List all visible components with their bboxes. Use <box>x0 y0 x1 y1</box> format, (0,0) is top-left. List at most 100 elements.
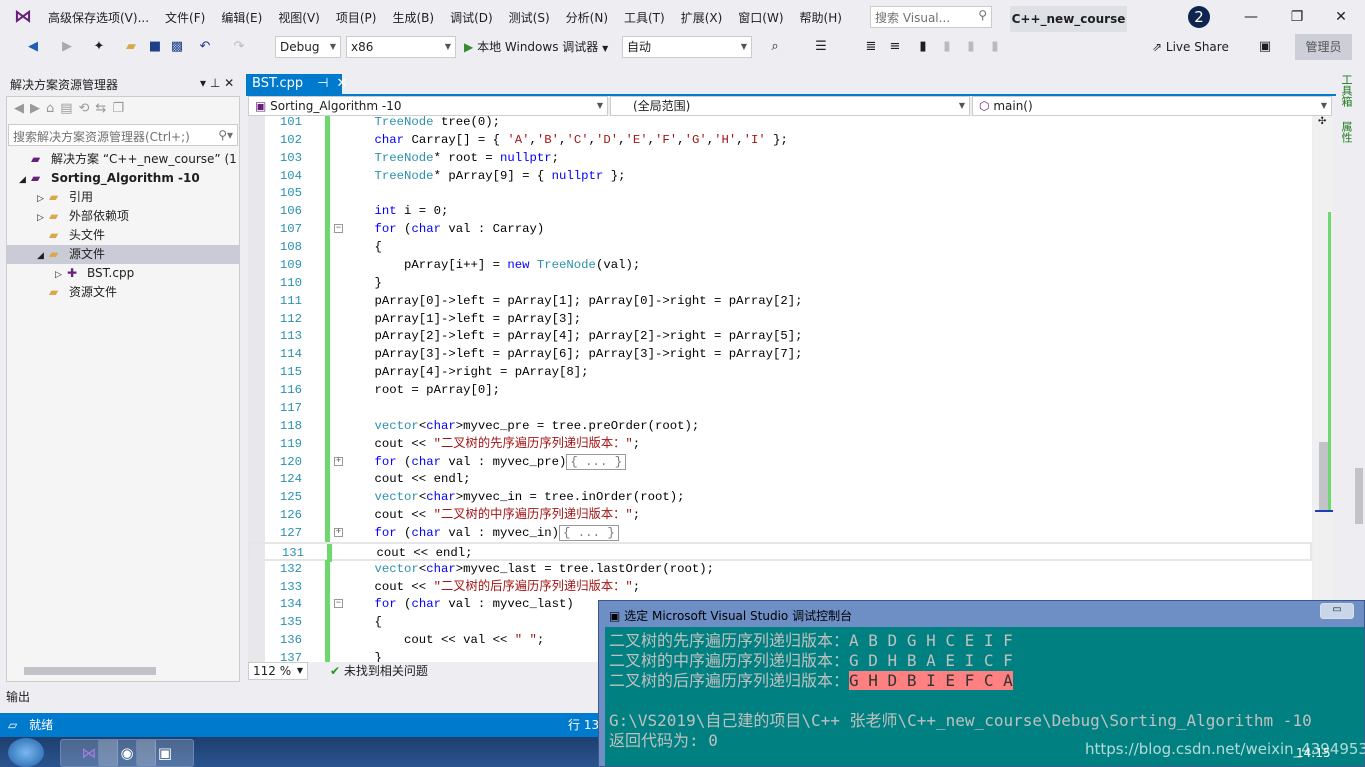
minimize-button[interactable]: — <box>1236 6 1266 28</box>
start-debugging-button[interactable]: ▶ 本地 Windows 调试器 ▼ <box>464 36 608 58</box>
tree-item[interactable]: ▰ 解决方案 “C++_new_course” (1 个项目 <box>7 150 239 169</box>
new-project-icon[interactable]: ✦ <box>90 38 108 56</box>
close-button[interactable]: ✕ <box>1326 6 1356 28</box>
menu-item[interactable]: 工具(T) <box>616 9 673 26</box>
code-line[interactable]: 111 pArray[0]->left = pArray[1]; pArray[… <box>248 291 1312 310</box>
menu-item[interactable]: 扩展(X) <box>673 9 731 26</box>
project-scope-dropdown[interactable]: ▣ Sorting_Algorithm -10 ▼ <box>248 96 608 116</box>
code-line[interactable]: 120 + for (char val : myvec_pre){ ... } <box>248 452 1312 471</box>
collapsed-block[interactable]: { ... } <box>559 525 619 541</box>
clear-bookmarks-icon[interactable]: ▮ <box>986 38 1004 56</box>
bookmark-icon[interactable]: ▮ <box>914 38 932 56</box>
live-share-button[interactable]: ⇗ Live Share <box>1152 36 1229 58</box>
scope-dropdown[interactable]: (全局范围) ▼ <box>610 96 970 116</box>
code-line[interactable]: 114 pArray[3]->left = pArray[6]; pArray[… <box>248 345 1312 364</box>
indent-icon[interactable]: ☰ <box>812 38 830 56</box>
code-line[interactable]: 110 } <box>248 273 1312 292</box>
zoom-select[interactable]: 112 % ▼ <box>248 662 308 680</box>
tab-bst-cpp[interactable]: BST.cpp ⊣ ✕ <box>246 74 347 94</box>
code-editor[interactable]: 101 TreeNode tree(0); 102 char Carray[] =… <box>248 116 1312 662</box>
search-input[interactable]: 搜索 Visual... ⚲ <box>870 6 992 28</box>
code-line[interactable]: 102 char Carray[] = { 'A','B','C','D','E… <box>248 130 1312 149</box>
find-icon[interactable]: ⌕ <box>766 38 784 56</box>
horizontal-scrollbar[interactable] <box>8 664 238 678</box>
menu-item[interactable]: 分析(N) <box>558 9 616 26</box>
fold-toggle-icon[interactable]: − <box>334 224 343 234</box>
expander-icon[interactable]: ▷ <box>55 266 67 283</box>
restore-button[interactable]: ❐ <box>1282 6 1312 28</box>
save-icon[interactable]: ■ <box>146 38 164 56</box>
notification-badge[interactable]: 2 <box>1188 6 1210 28</box>
code-line[interactable]: 127 + for (char val : myvec_in){ ... } <box>248 524 1312 542</box>
back-icon[interactable]: ◀ <box>24 38 42 56</box>
tree-item[interactable]: ◢ ▰ 源文件 <box>7 245 239 264</box>
open-folder-icon[interactable]: ▰ <box>122 38 140 56</box>
output-panel-label[interactable]: 输出 <box>6 688 30 705</box>
menu-item[interactable]: 编辑(E) <box>213 9 270 26</box>
close-tab-icon[interactable]: ✕ <box>336 76 347 91</box>
code-line[interactable]: 126 cout << "二叉树的中序遍历序列递归版本："; <box>248 506 1312 525</box>
taskbar-console[interactable]: ▣ <box>136 739 194 767</box>
pin-icon[interactable]: ⊣ <box>317 76 328 91</box>
tree-item[interactable]: ▷ ✚ BST.cpp <box>7 264 239 283</box>
code-line[interactable]: 108 { <box>248 238 1312 257</box>
code-line[interactable]: 106 int i = 0; <box>248 202 1312 221</box>
code-line[interactable]: 104 TreeNode* pArray[9] = { nullptr }; <box>248 166 1312 185</box>
menu-item[interactable]: 测试(S) <box>501 9 558 26</box>
tree-item[interactable]: ▰ 资源文件 <box>7 283 239 302</box>
expander-icon[interactable]: ◢ <box>37 247 49 264</box>
configuration-select[interactable]: Debug ▼ <box>275 36 341 58</box>
start-button[interactable] <box>8 738 44 767</box>
collapsed-block[interactable]: { ... } <box>566 453 627 470</box>
editor-scrollbar[interactable]: ✣ <box>1313 116 1333 662</box>
code-line[interactable]: 118 vector<char>myvec_pre = tree.preOrde… <box>248 416 1312 435</box>
code-line[interactable]: 109 pArray[i++] = new TreeNode(val); <box>248 255 1312 274</box>
prev-bookmark-icon[interactable]: ▮ <box>938 38 956 56</box>
code-line[interactable]: 131 cout << endl; <box>248 541 1312 562</box>
platform-select[interactable]: x86 ▼ <box>346 36 456 58</box>
code-line[interactable]: 133 cout << "二叉树的后序遍历序列递归版本："; <box>248 577 1312 596</box>
code-line[interactable]: 124 cout << endl; <box>248 470 1312 489</box>
code-line[interactable]: 103 TreeNode* root = nullptr; <box>248 148 1312 167</box>
pin-icon[interactable]: ▾ ⊥ ✕ <box>200 76 234 90</box>
undo-icon[interactable]: ↶ <box>196 38 214 56</box>
fold-toggle-icon[interactable]: + <box>334 528 343 537</box>
console-minimize-button[interactable]: ▭ <box>1320 603 1354 619</box>
fold-toggle-icon[interactable]: + <box>334 456 343 466</box>
toolbox-strip[interactable]: 工具箱 属性 <box>1338 74 1365 594</box>
tree-item[interactable]: ▷ ▰ 引用 <box>7 188 239 207</box>
redo-icon[interactable]: ↷ <box>230 38 248 56</box>
code-line[interactable]: 113 pArray[2]->left = pArray[4]; pArray[… <box>248 327 1312 346</box>
menu-item[interactable]: 项目(P) <box>328 9 385 26</box>
code-line[interactable]: 105 <box>248 184 1312 203</box>
forward-icon[interactable]: ▶ <box>58 38 76 56</box>
menu-item[interactable]: 文件(F) <box>157 9 213 26</box>
code-line[interactable]: 132 vector<char>myvec_last = tree.lastOr… <box>248 559 1312 578</box>
code-line[interactable]: 107 − for (char val : Carray) <box>248 220 1312 239</box>
code-line[interactable]: 101 TreeNode tree(0); <box>248 116 1312 131</box>
menu-item[interactable]: 生成(B) <box>384 9 442 26</box>
code-line[interactable]: 125 vector<char>myvec_in = tree.inOrder(… <box>248 488 1312 507</box>
solution-search-input[interactable]: 搜索解决方案资源管理器(Ctrl+;) ⚲▾ <box>8 124 238 146</box>
solution-toolbar-icons[interactable]: ◀▶⌂▤⟲⇆❐ <box>14 101 130 116</box>
menu-item[interactable]: 帮助(H) <box>792 9 850 26</box>
fold-toggle-icon[interactable]: − <box>334 599 343 609</box>
expander-icon[interactable]: ▷ <box>37 190 49 207</box>
tree-item[interactable]: ◢ ▰ Sorting_Algorithm -10 <box>7 169 239 188</box>
save-all-icon[interactable]: ▩ <box>168 38 186 56</box>
comment-icon[interactable]: ≣ <box>862 38 880 56</box>
uncomment-icon[interactable]: ≡ <box>886 38 904 56</box>
feedback-icon[interactable]: ▣ <box>1256 38 1274 56</box>
menu-item[interactable]: 高级保存选项(V)... <box>40 9 157 26</box>
function-dropdown[interactable]: ⬡ main() ▼ <box>972 96 1332 116</box>
expander-icon[interactable]: ▷ <box>37 209 49 226</box>
tree-item[interactable]: ▰ 头文件 <box>7 226 239 245</box>
auto-select[interactable]: 自动 ▼ <box>622 36 752 58</box>
next-bookmark-icon[interactable]: ▮ <box>962 38 980 56</box>
menu-item[interactable]: 视图(V) <box>270 9 328 26</box>
code-line[interactable]: 112 pArray[1]->left = pArray[3]; <box>248 309 1312 328</box>
tree-item[interactable]: ▷ ▰ 外部依赖项 <box>7 207 239 226</box>
menu-item[interactable]: 窗口(W) <box>730 9 791 26</box>
code-line[interactable]: 117 <box>248 398 1312 417</box>
code-line[interactable]: 116 root = pArray[0]; <box>248 381 1312 400</box>
